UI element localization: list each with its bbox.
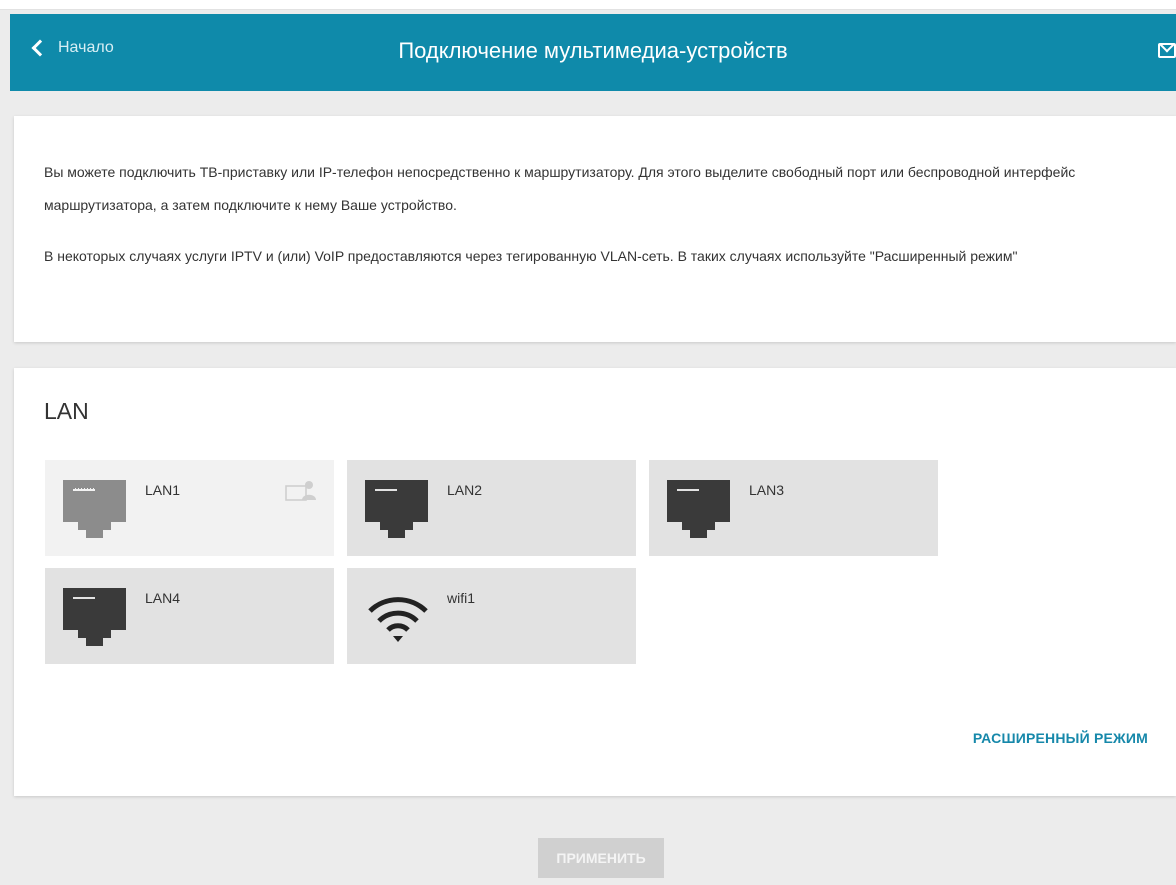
interface-tile-wifi1[interactable]: wifi1 [347, 568, 636, 664]
advanced-mode-link[interactable]: РАСШИРЕННЫЙ РЕЖИМ [973, 730, 1148, 746]
info-paragraph-2: В некоторых случаях услуги IPTV и (или) … [44, 248, 1018, 264]
ethernet-port-icon [365, 480, 428, 538]
lan-section-title: LAN [44, 398, 89, 424]
interface-label: wifi1 [447, 590, 476, 606]
page-header: Начало Подключение мультимедиа-устройств [10, 14, 1176, 91]
interface-tile-lan1: LAN1 [45, 460, 334, 556]
interface-label: LAN3 [749, 482, 785, 498]
interface-label: LAN1 [145, 482, 181, 498]
envelope-icon[interactable] [1158, 43, 1176, 58]
interface-tile-lan4[interactable]: LAN4 [45, 568, 334, 664]
ethernet-port-icon [63, 480, 126, 538]
interface-label: LAN4 [145, 590, 181, 606]
page-title: Подключение мультимедиа-устройств [398, 38, 788, 63]
interface-label: LAN2 [447, 482, 483, 498]
wifi-icon [368, 597, 428, 642]
ethernet-port-icon [667, 480, 730, 538]
info-paragraph-1: Вы можете подключить ТВ-приставку или IP… [44, 164, 1076, 213]
apply-button[interactable]: ПРИМЕНИТЬ [538, 838, 664, 878]
top-strip [0, 0, 1176, 10]
device-assigned-icon [285, 481, 316, 501]
info-card: Вы можете подключить ТВ-приставку или IP… [14, 116, 1176, 342]
lan-card: LAN LAN1 LAN2 LAN3 LAN4 wifi1 РАСШИРЕННЫ… [14, 368, 1176, 796]
interface-tile-lan2[interactable]: LAN2 [347, 460, 636, 556]
ethernet-port-icon [63, 588, 126, 646]
interface-tile-lan3[interactable]: LAN3 [649, 460, 938, 556]
